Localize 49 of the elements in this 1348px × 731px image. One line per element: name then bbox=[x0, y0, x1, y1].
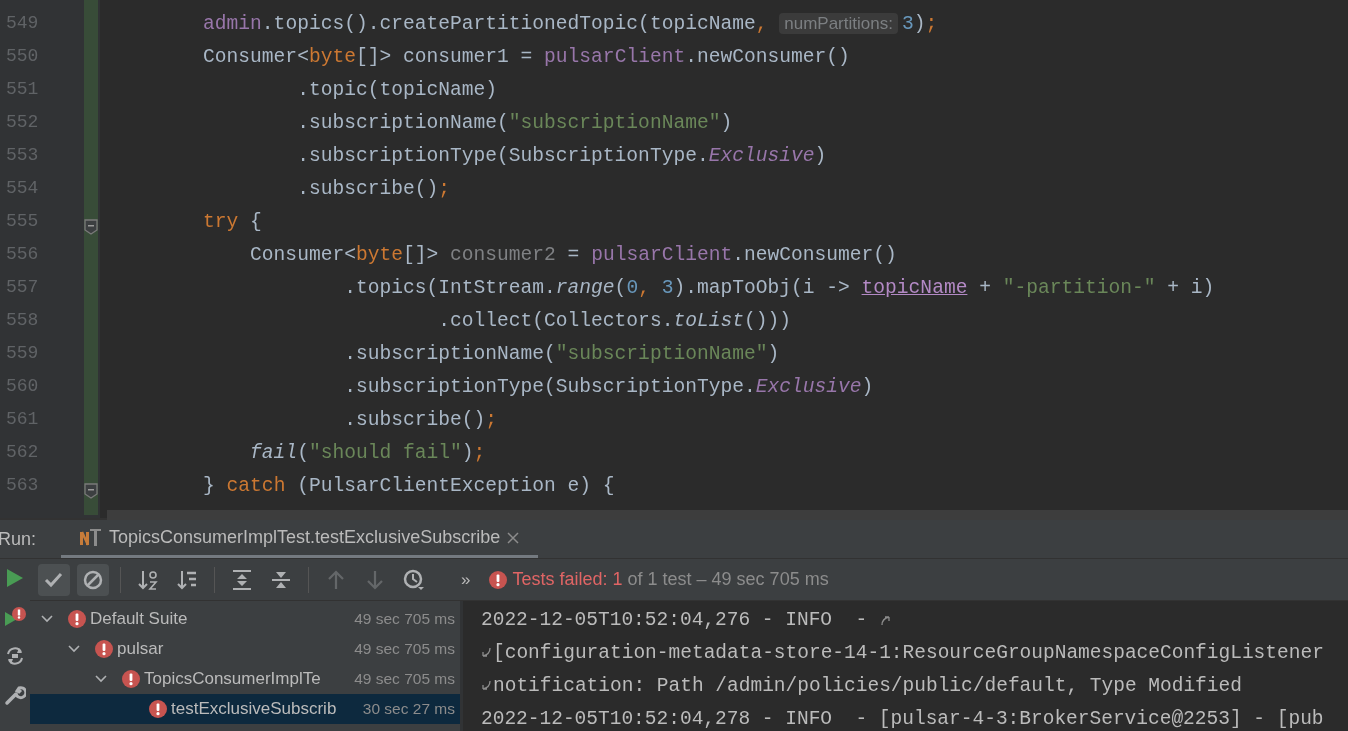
code-line: .subscriptionName("subscriptionName") bbox=[343, 342, 780, 367]
overflow-button[interactable]: » bbox=[461, 566, 471, 593]
error-icon bbox=[95, 640, 113, 658]
run-tab[interactable]: TopicsConsumerImplTest.testExclusiveSubscribe bbox=[61, 520, 539, 558]
error-icon bbox=[149, 700, 167, 718]
code-line: .topic(topicName) bbox=[296, 78, 498, 103]
tree-row[interactable]: pulsar 49 sec 705 ms bbox=[30, 634, 460, 664]
code-line: .topics(IntStream.range(0, 3).mapToObj(i -> topicName + "-partition-" + i) bbox=[343, 276, 1215, 301]
code-line: .subscriptionType(SubscriptionType.Exclusive) bbox=[296, 144, 827, 169]
console-line: 2022-12-05T10:52:04,276 - INFO - bbox=[481, 608, 869, 631]
tree-row[interactable]: TopicsConsumerImplTe 49 sec 705 ms bbox=[30, 664, 460, 694]
code-line: fail("should fail"); bbox=[249, 441, 486, 466]
code-line: Consumer<byte[]> consumer1 = pulsarClient.newConsumer() bbox=[202, 45, 850, 70]
test-icon bbox=[79, 527, 104, 548]
close-icon[interactable] bbox=[506, 530, 521, 545]
duration-label: 49 sec 705 ms bbox=[354, 639, 455, 660]
tree-row[interactable]: testExclusiveSubscrib 30 sec 27 ms bbox=[30, 694, 460, 724]
console-line: notification: Path /admin/policies/public/default, Type Modified bbox=[493, 674, 1242, 697]
tree-label: TopicsConsumerImplTe bbox=[144, 668, 321, 691]
code-line: admin.topics().createPartitionedTopic(topicName, numPartitions: 3); bbox=[202, 12, 938, 37]
code-line: .collect(Collectors.toList())) bbox=[437, 309, 791, 334]
console-line: 2022-12-05T10:52:04,278 - INFO - [pulsar-4-3:BrokerService@2253] - [pub bbox=[481, 707, 1324, 730]
code-line: .subscriptionType(SubscriptionType.Exclusive) bbox=[343, 375, 874, 400]
duration-label: 49 sec 705 ms bbox=[354, 609, 455, 630]
fold-icon[interactable] bbox=[84, 219, 98, 235]
code-line: .subscribe(); bbox=[343, 408, 498, 433]
tree-label: Default Suite bbox=[90, 608, 188, 631]
console-line: [configuration-metadata-store-14-1:ResourceGroupNamespaceConfigListener bbox=[493, 641, 1324, 664]
tree-label: testExclusiveSubscrib bbox=[171, 698, 337, 721]
code-line: try { bbox=[202, 210, 262, 235]
code-line: .subscriptionName("subscriptionName") bbox=[296, 111, 733, 136]
status-failed: Tests failed: 1 bbox=[512, 568, 623, 591]
tree-label: pulsar bbox=[117, 638, 164, 661]
duration-label: 30 sec 27 ms bbox=[362, 699, 455, 720]
code-line: Consumer<byte[]> consumer2 = pulsarClient.newConsumer() bbox=[249, 243, 897, 268]
error-icon bbox=[489, 570, 508, 589]
duration-label: 49 sec 705 ms bbox=[354, 669, 455, 690]
code-line: .subscribe(); bbox=[296, 177, 450, 202]
rerun-failed-icon[interactable] bbox=[4, 606, 26, 628]
run-label: Run: bbox=[0, 527, 37, 551]
fold-icon[interactable] bbox=[84, 483, 98, 499]
tree-row[interactable]: Default Suite 49 sec 705 ms bbox=[30, 604, 460, 634]
code-line: } catch (PulsarClientException e) { bbox=[202, 474, 615, 499]
error-icon bbox=[122, 670, 140, 688]
toggle-icon[interactable] bbox=[4, 645, 26, 667]
arrow-down-icon bbox=[364, 568, 386, 591]
wrench-icon[interactable] bbox=[4, 684, 26, 706]
status-summary: of 1 test – 49 sec 705 ms bbox=[627, 568, 829, 591]
error-icon bbox=[68, 610, 86, 628]
